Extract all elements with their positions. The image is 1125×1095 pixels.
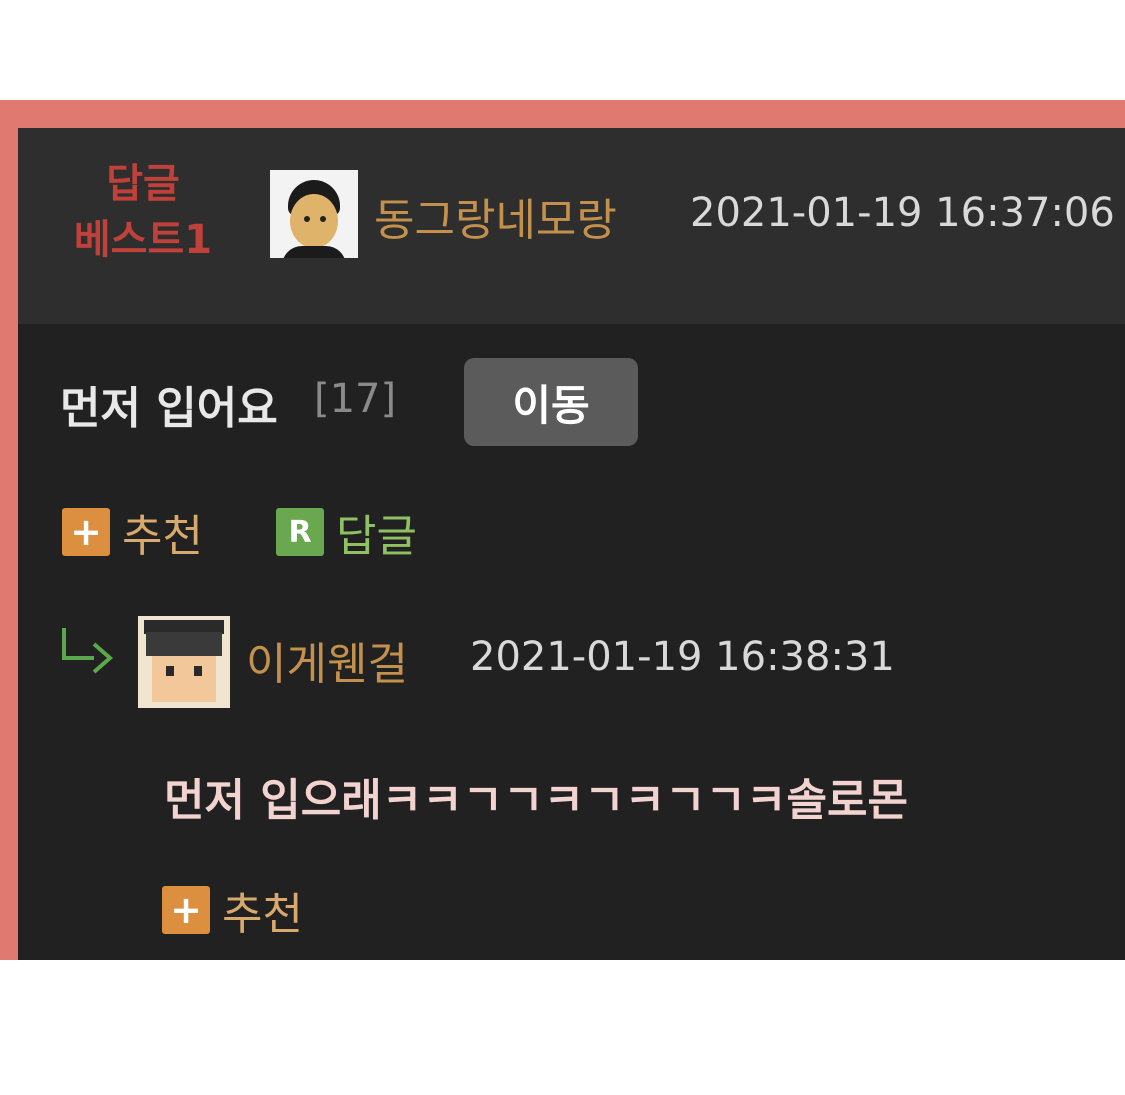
plus-icon: + — [62, 508, 110, 556]
comment-timestamp: 2021-01-19 16:37:06 — [690, 190, 1115, 236]
author-nickname[interactable]: 동그랑네모랑 — [374, 184, 617, 248]
move-button[interactable]: 이동 — [464, 358, 638, 446]
reply-count: [17] — [314, 376, 397, 422]
reply-author-avatar[interactable] — [138, 616, 230, 708]
recommend-label: 추천 — [122, 511, 203, 562]
reply-timestamp: 2021-01-19 16:38:31 — [470, 634, 895, 680]
best-reply-badge: 답글 베스트1 — [58, 156, 228, 268]
recommend-button[interactable]: + 추천 — [62, 500, 203, 564]
reply-recommend-button[interactable]: + 추천 — [162, 878, 303, 942]
comment-card: 답글 베스트1 동그랑네모랑 2021-01-19 16:37:06 먼저 입어… — [18, 128, 1125, 960]
reply-button[interactable]: R 답글 — [276, 500, 417, 564]
post-title[interactable]: 먼저 입어요 — [60, 372, 278, 436]
reply-label: 답글 — [336, 511, 417, 562]
author-avatar[interactable] — [270, 170, 358, 258]
reply-text: 먼저 입으래ㅋㅋㄱㄱㅋㄱㅋㄱㄱㅋ솔로몬 — [164, 775, 908, 826]
best-badge-line1: 답글 — [106, 161, 180, 207]
best-badge-line2: 베스트1 — [73, 217, 213, 263]
plus-icon: + — [162, 886, 210, 934]
reply-author-nickname[interactable]: 이게웬걸 — [246, 628, 408, 692]
recommend-label: 추천 — [222, 889, 303, 940]
comment-header: 답글 베스트1 동그랑네모랑 2021-01-19 16:37:06 — [18, 128, 1125, 324]
reply-arrow-icon — [62, 628, 114, 674]
reply-icon: R — [276, 508, 324, 556]
best-comment-panel: 답글 베스트1 동그랑네모랑 2021-01-19 16:37:06 먼저 입어… — [0, 100, 1125, 960]
